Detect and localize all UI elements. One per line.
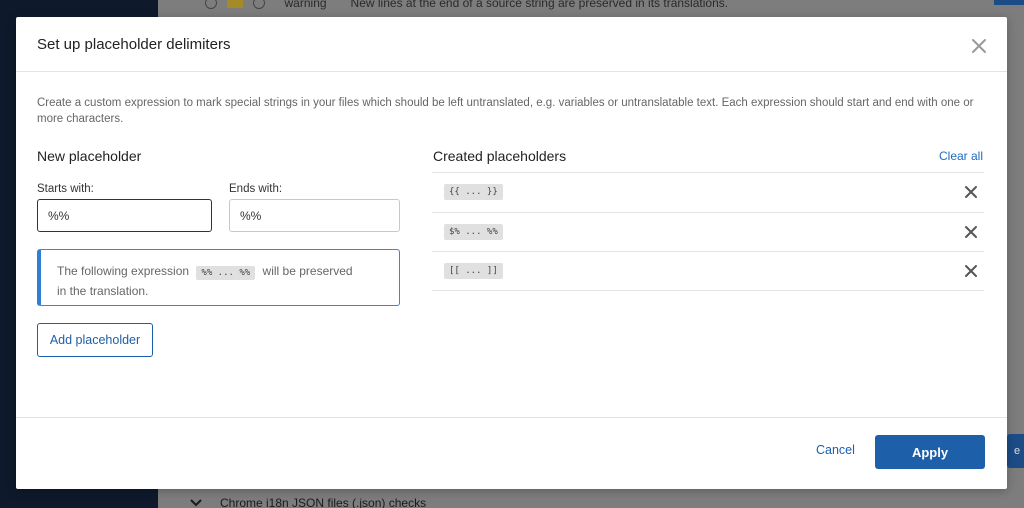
preview-text-after-2: in the translation. — [57, 284, 149, 298]
background-top-right-button-edge — [994, 0, 1024, 5]
background-button-edge-text: e — [1013, 445, 1021, 457]
background-button-edge: e — [1007, 434, 1024, 468]
placeholder-expression: $% ... %% — [444, 223, 503, 240]
close-icon — [965, 186, 977, 198]
dialog-header: Set up placeholder delimiters — [16, 17, 1007, 72]
remove-placeholder-button[interactable] — [963, 263, 979, 279]
starts-with-label: Starts with: — [37, 183, 94, 195]
created-placeholders-list: {{ ... }} $% ... %% [[ ... ]] — [432, 172, 984, 291]
list-item: [[ ... ]] — [432, 251, 984, 291]
background-bottom-row: Chrome i18n JSON files (.json) checks — [190, 496, 426, 508]
close-icon — [965, 265, 977, 277]
background-top-row: warning New lines at the end of a source… — [205, 0, 728, 10]
remove-placeholder-button[interactable] — [963, 184, 979, 200]
ends-with-input[interactable] — [229, 199, 400, 232]
expression-preview: The following expression %% ... %% will … — [37, 249, 400, 306]
ends-with-label: Ends with: — [229, 183, 283, 195]
background-radio-icon — [205, 0, 217, 9]
dialog-description: Create a custom expression to mark speci… — [37, 97, 974, 125]
preview-text-after: will be preserved — [262, 264, 353, 278]
preview-expression-code: %% ... %% — [196, 266, 256, 280]
placeholder-delimiters-dialog: Set up placeholder delimiters Create a c… — [16, 17, 1007, 489]
dialog-title: Set up placeholder delimiters — [37, 36, 231, 53]
new-placeholder-title: New placeholder — [37, 148, 142, 164]
close-button[interactable] — [970, 37, 988, 55]
list-item: {{ ... }} — [432, 172, 984, 212]
created-placeholders-title: Created placeholders — [433, 148, 567, 164]
cancel-button[interactable]: Cancel — [816, 443, 855, 457]
background-info-icon — [252, 0, 265, 9]
close-icon — [965, 225, 977, 238]
close-icon — [972, 39, 986, 53]
chevron-down-icon — [190, 499, 202, 507]
placeholder-expression: [[ ... ]] — [444, 263, 503, 279]
dialog-footer: Cancel Apply — [16, 417, 1007, 489]
list-item: $% ... %% — [432, 211, 984, 252]
background-warning-text: New lines at the end of a source string … — [350, 0, 729, 10]
apply-button[interactable]: Apply — [875, 435, 985, 469]
background-warning-label: warning — [284, 0, 327, 10]
background-section-title: Chrome i18n JSON files (.json) checks — [220, 496, 427, 508]
starts-with-input[interactable] — [37, 199, 212, 232]
placeholder-expression: {{ ... }} — [444, 184, 503, 200]
background-tag — [227, 0, 243, 8]
add-placeholder-button[interactable]: Add placeholder — [37, 323, 153, 357]
clear-all-link[interactable]: Clear all — [939, 149, 983, 163]
remove-placeholder-button[interactable] — [963, 224, 979, 240]
preview-text-before: The following expression — [57, 264, 190, 278]
